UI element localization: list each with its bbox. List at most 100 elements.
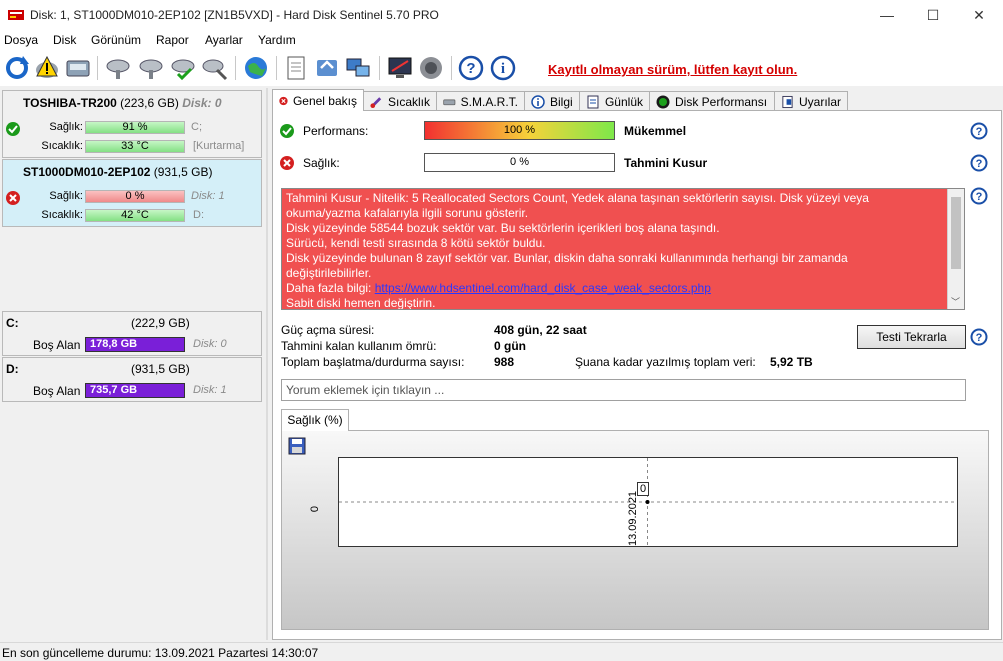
toolbar-separator — [97, 56, 98, 80]
help-icon[interactable]: ? — [970, 154, 988, 172]
performance-bar: 100 % — [424, 121, 615, 140]
data-point — [645, 500, 650, 504]
transfer-icon[interactable] — [313, 54, 341, 82]
disk-check-icon[interactable] — [169, 54, 197, 82]
refresh-icon[interactable] — [3, 54, 31, 82]
toolbar: ? i Kayıtlı olmayan sürüm, lütfen kayıt … — [0, 50, 1003, 86]
info-more-prefix: Daha fazla bilgi: — [286, 281, 375, 295]
free-space-value: 735,7 GB — [90, 384, 138, 396]
menu-disk[interactable]: Disk — [53, 33, 76, 47]
total-written-label: Şuana kadar yazılmış toplam veri: — [575, 355, 756, 369]
log-icon — [587, 95, 599, 108]
info-line: Disk yüzeyinde 58544 bozuk sektör var. B… — [286, 221, 720, 235]
network-icon[interactable] — [344, 54, 372, 82]
health-bar: 91 % — [85, 121, 185, 134]
tab-label: Bilgi — [550, 94, 573, 109]
toolbar-separator — [276, 56, 277, 80]
tab-alerts[interactable]: Uyarılar — [774, 91, 848, 111]
tab-info[interactable]: Bilgi — [524, 91, 580, 111]
menu-report[interactable]: Rapor — [156, 33, 189, 47]
info-line: Sabit diski hemen değiştirin. — [286, 296, 436, 310]
panel-splitter[interactable] — [266, 88, 268, 640]
volume-size: (931,5 GB) — [131, 362, 190, 376]
disk-card-seagate[interactable]: ST1000DM010-2EP102 (931,5 GB) Sağlık: 0 … — [2, 159, 262, 227]
volume-letter: D: — [6, 362, 19, 376]
help-icon[interactable]: ? — [457, 54, 485, 82]
warning-disk-icon[interactable] — [33, 54, 61, 82]
data-point-label: 0 — [637, 482, 650, 496]
tab-label: Disk Performansı — [675, 94, 768, 109]
info-line: okuma/yazma kafalarıyla ilgili sorunu gö… — [286, 206, 529, 220]
monitor-icon[interactable] — [386, 54, 414, 82]
chart-svg — [339, 458, 957, 546]
speaker-icon[interactable] — [417, 54, 445, 82]
status-bar: En son güncelleme durumu: 13.09.2021 Paz… — [0, 642, 1003, 661]
tab-log[interactable]: Günlük — [579, 91, 650, 111]
disk-settings-icon[interactable] — [201, 54, 229, 82]
alerts-icon — [782, 95, 793, 108]
power-on-value: 408 gün, 22 saat — [494, 323, 587, 337]
disk-tool-2-icon[interactable] — [137, 54, 165, 82]
temperature-tag: [Kurtarma] — [193, 140, 245, 152]
y-tick-label: 0 — [309, 505, 322, 513]
temperature-label: Sıcaklık: — [41, 140, 83, 152]
tab-disk-performance[interactable]: Disk Performansı — [649, 91, 775, 111]
about-icon[interactable]: i — [489, 54, 517, 82]
minimize-button[interactable]: — — [864, 0, 910, 30]
help-icon[interactable]: ? — [970, 122, 988, 140]
volume-letter: C: — [6, 316, 19, 330]
menu-view[interactable]: Görünüm — [91, 33, 141, 47]
free-space-label: Boş Alan — [33, 338, 81, 352]
remaining-life-value: 0 gün — [494, 339, 526, 353]
close-button[interactable]: ✕ — [956, 0, 1002, 30]
chart-plot-area — [338, 457, 958, 547]
menu-settings[interactable]: Ayarlar — [205, 33, 243, 47]
health-label: Sağlık: — [49, 121, 83, 133]
help-icon[interactable]: ? — [970, 328, 988, 346]
last-update-status: En son güncelleme durumu: 13.09.2021 Paz… — [2, 646, 319, 660]
svg-text:?: ? — [976, 332, 983, 344]
svg-text:?: ? — [466, 60, 475, 77]
error-status-icon — [280, 156, 294, 170]
disk-card-toshiba[interactable]: TOSHIBA-TR200 (223,6 GB) Disk: 0 Sağlık:… — [2, 90, 262, 158]
svg-text:i: i — [501, 61, 505, 77]
toolbar-separator — [451, 56, 452, 80]
retest-button[interactable]: Testi Tekrarla — [857, 325, 966, 349]
svg-text:?: ? — [976, 126, 983, 138]
tab-health-chart[interactable]: Sağlık (%) — [281, 409, 349, 431]
details-scrollbar[interactable]: ︿ ﹀ — [947, 189, 964, 309]
save-icon[interactable] — [288, 437, 306, 455]
toolbar-separator — [235, 56, 236, 80]
tab-overview[interactable]: Genel bakış — [272, 89, 364, 111]
disk-tool-1-icon[interactable] — [104, 54, 132, 82]
smart-icon — [443, 99, 456, 105]
menu-file[interactable]: Dosya — [4, 33, 38, 47]
comment-field[interactable]: Yorum eklemek için tıklayın ... — [281, 379, 966, 401]
window-title: Disk: 1, ST1000DM010-2EP102 [ZN1B5VXD] -… — [30, 8, 439, 22]
disk-title: TOSHIBA-TR200 (223,6 GB) Disk: 0 — [23, 96, 222, 110]
disk-info-icon[interactable] — [64, 54, 92, 82]
temperature-bar: 33 °C — [85, 140, 185, 153]
register-link[interactable]: Kayıtlı olmayan sürüm, lütfen kayıt olun… — [548, 62, 797, 77]
info-more-link[interactable]: https://www.hdsentinel.com/hard_disk_cas… — [375, 281, 711, 295]
disk-index-tag: Disk: 1 — [191, 190, 225, 202]
menu-help[interactable]: Yardım — [258, 33, 296, 47]
report-icon[interactable] — [282, 54, 310, 82]
info-more-line: Daha fazla bilgi: https://www.hdsentinel… — [286, 281, 960, 296]
toolbar-separator — [379, 56, 380, 80]
free-space-label: Boş Alan — [33, 384, 81, 398]
scroll-down-icon[interactable]: ﹀ — [951, 295, 960, 308]
web-icon[interactable] — [242, 54, 270, 82]
scroll-thumb[interactable] — [951, 197, 961, 269]
tab-smart[interactable]: S.M.A.R.T. — [436, 91, 525, 111]
disk-title: ST1000DM010-2EP102 (931,5 GB) — [23, 165, 212, 179]
free-space-value: 178,8 GB — [90, 338, 138, 350]
help-icon[interactable]: ? — [970, 187, 988, 205]
tab-label: Uyarılar — [798, 94, 841, 109]
maximize-button[interactable]: ☐ — [910, 0, 956, 30]
error-icon — [279, 96, 288, 105]
tab-temperature[interactable]: Sıcaklık — [363, 91, 437, 111]
volume-card-c[interactable]: C: (222,9 GB) Boş Alan 178,8 GB Disk: 0 — [2, 311, 262, 356]
total-written-value: 5,92 TB — [770, 355, 813, 369]
volume-card-d[interactable]: D: (931,5 GB) Boş Alan 735,7 GB Disk: 1 — [2, 357, 262, 402]
